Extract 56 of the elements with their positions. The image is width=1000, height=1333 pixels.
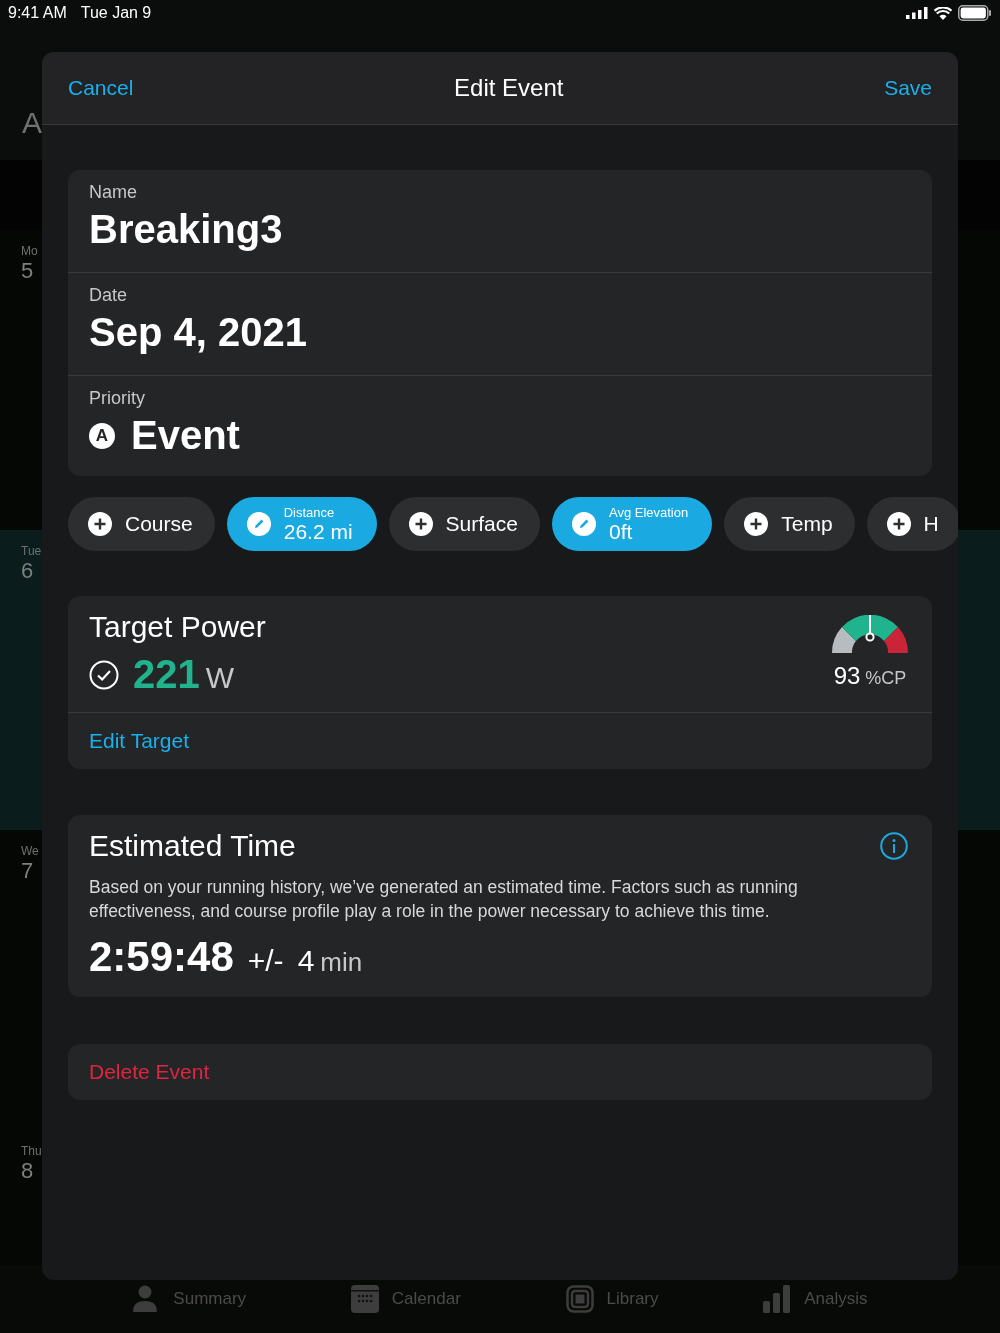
pencil-icon[interactable] bbox=[246, 512, 271, 536]
check-circle-icon bbox=[89, 659, 119, 690]
sheet-title: Edit Event bbox=[454, 74, 564, 102]
edit-target-link[interactable]: Edit Target bbox=[89, 729, 189, 753]
field-label: Priority bbox=[89, 388, 146, 409]
chip-label[interactable]: Course bbox=[125, 512, 193, 536]
plus-icon[interactable] bbox=[88, 512, 112, 536]
calendar-icon[interactable] bbox=[350, 1285, 379, 1313]
cancel-button[interactable]: Cancel bbox=[68, 76, 134, 100]
status-time: 9:41 AM bbox=[8, 4, 67, 22]
day-number: 6 bbox=[21, 558, 34, 584]
bar-chart-icon[interactable] bbox=[763, 1285, 792, 1313]
chip-button[interactable]: Surface bbox=[388, 497, 540, 551]
page-title: A bbox=[22, 106, 42, 140]
chip-label[interactable]: Surface bbox=[445, 512, 518, 536]
estimated-time: 2:59:48 bbox=[89, 933, 234, 981]
day-number: 7 bbox=[21, 858, 34, 884]
margin-unit: min bbox=[320, 947, 363, 978]
wifi-icon bbox=[934, 6, 952, 20]
status-date: Tue Jan 9 bbox=[80, 4, 152, 22]
field-label: Name bbox=[89, 182, 138, 203]
card-title: Estimated Time bbox=[89, 829, 296, 863]
chip-label[interactable]: Temp bbox=[781, 512, 833, 536]
field-value[interactable]: Breaking3 bbox=[89, 207, 911, 252]
pencil-icon[interactable] bbox=[571, 512, 596, 536]
chip-label[interactable]: H bbox=[923, 512, 939, 536]
save-button[interactable]: Save bbox=[884, 76, 932, 100]
gauge-value: 93 bbox=[833, 662, 861, 690]
day-number: 8 bbox=[21, 1158, 34, 1184]
description-text: Based on your running history, we’ve generated an estimated time. Factors such as running effectiveness, and course profile play a role in the power necessary to achieve this time. bbox=[89, 876, 799, 923]
field-value[interactable]: Event bbox=[131, 413, 240, 458]
plus-icon[interactable] bbox=[744, 512, 769, 536]
field-value[interactable]: Sep 4, 2021 bbox=[89, 310, 911, 355]
weekday-label: Mo bbox=[21, 244, 38, 258]
delete-button[interactable]: Delete Event bbox=[68, 1044, 932, 1100]
power-unit: W bbox=[205, 661, 235, 695]
chip-button[interactable]: Course bbox=[68, 497, 215, 551]
margin-sign: +/- bbox=[247, 944, 284, 978]
weekday-label: Thu bbox=[21, 1144, 42, 1158]
plus-icon[interactable] bbox=[408, 512, 433, 536]
day-number: 5 bbox=[21, 258, 34, 284]
info-icon[interactable] bbox=[880, 832, 908, 860]
weekday-label: We bbox=[21, 844, 39, 858]
battery-icon bbox=[958, 5, 992, 21]
plus-icon[interactable] bbox=[886, 512, 911, 536]
square-icon[interactable] bbox=[565, 1285, 594, 1313]
chip-button[interactable]: H bbox=[866, 497, 958, 551]
power-value: 221 bbox=[133, 652, 200, 697]
gauge-unit: %CP bbox=[865, 668, 907, 689]
chip-button[interactable]: Temp bbox=[724, 497, 855, 551]
card-title: Target Power bbox=[89, 610, 266, 644]
field-label: Date bbox=[89, 285, 129, 306]
priority-badge: A bbox=[89, 422, 115, 449]
signal-icon bbox=[906, 7, 928, 19]
margin-value: 4 bbox=[297, 944, 315, 978]
weekday-label: Tue bbox=[21, 544, 42, 558]
